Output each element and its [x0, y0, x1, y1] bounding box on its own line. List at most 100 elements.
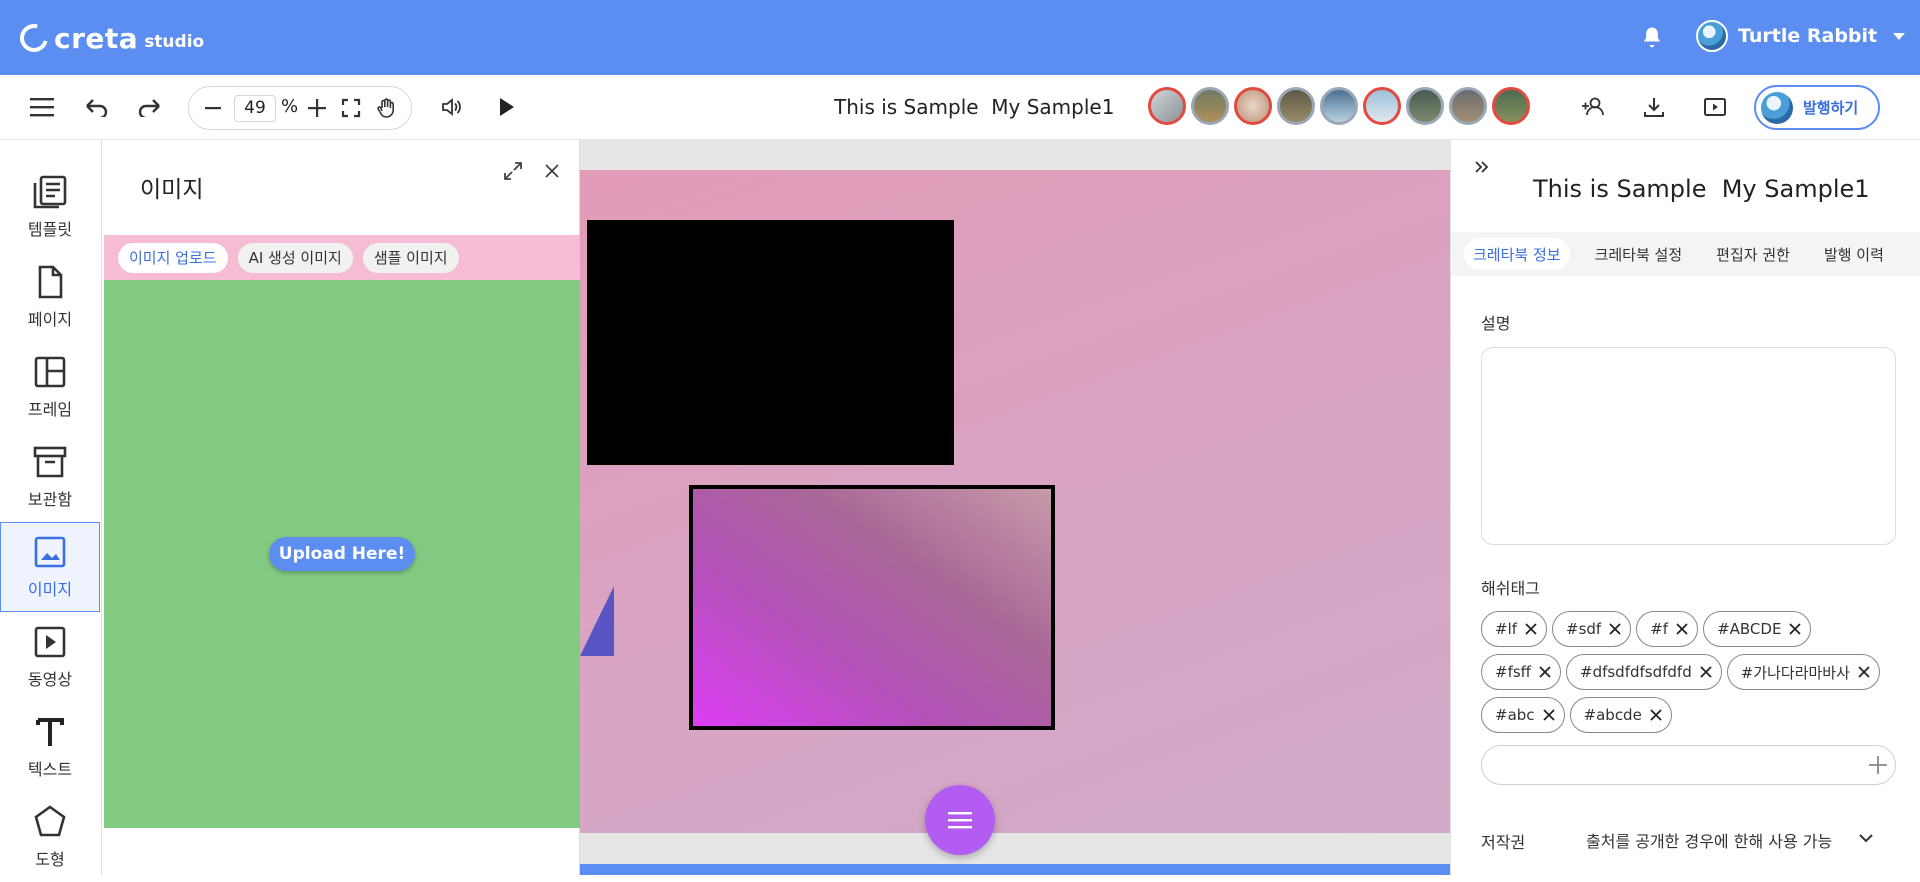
page-thumbnail[interactable] [1406, 87, 1444, 125]
remove-tag-icon[interactable] [1608, 622, 1622, 636]
sidebar-item-label: 페이지 [27, 310, 73, 329]
remove-tag-icon[interactable] [1538, 665, 1552, 679]
book-info-panel: This is Sample My Sample1 크레타북 정보 크레타북 설… [1450, 140, 1920, 875]
remove-tag-icon[interactable] [1699, 665, 1713, 679]
tab-book-settings[interactable]: 크레타북 설정 [1586, 238, 1692, 270]
publish-button[interactable]: 발행하기 [1754, 85, 1880, 130]
hashtag-chip[interactable]: #dfsdfdfsdfdfd [1566, 654, 1722, 690]
remove-tag-icon[interactable] [1788, 622, 1802, 636]
hashtag-chip[interactable]: #f [1636, 611, 1699, 647]
black-rectangle-frame[interactable] [587, 220, 954, 465]
tab-publish-history[interactable]: 발행 이력 [1815, 238, 1893, 270]
user-menu[interactable]: Turtle Rabbit [1696, 20, 1906, 52]
image-panel: 이미지 이미지 업로드 AI 생성 이미지 샘플 이미지 Upload Here… [104, 140, 580, 875]
hashtag-chip[interactable]: #abcde [1569, 697, 1672, 733]
hashtag-input[interactable] [1481, 745, 1896, 785]
remove-tag-icon[interactable] [1857, 665, 1871, 679]
add-tag-icon[interactable] [1867, 754, 1889, 776]
publisher-avatar [1761, 91, 1793, 124]
hashtag-chip[interactable]: #lf [1481, 611, 1548, 647]
horizontal-scrollbar[interactable] [580, 864, 1450, 875]
zoom-in-icon[interactable] [301, 92, 333, 124]
floating-menu-button[interactable] [925, 785, 995, 855]
close-icon[interactable] [541, 160, 565, 184]
slideshow-icon[interactable] [1699, 91, 1731, 123]
sidebar-item-shape[interactable]: 도형 [0, 792, 100, 882]
download-icon[interactable] [1638, 91, 1670, 123]
sidebar-item-page[interactable]: 페이지 [0, 252, 100, 342]
hashtag-text: #f [1650, 620, 1669, 638]
hashtag-text: #abc [1495, 706, 1535, 724]
zoom-unit: % [281, 96, 299, 117]
zoom-control: 49 % [188, 86, 412, 130]
redo-icon[interactable] [134, 91, 166, 123]
upload-dropzone[interactable]: Upload Here! [104, 280, 580, 828]
tab-book-info[interactable]: 크레타북 정보 [1464, 238, 1570, 270]
tab-editor-permissions[interactable]: 편집자 권한 [1707, 238, 1799, 270]
add-user-icon[interactable] [1578, 91, 1610, 123]
hashtag-text: #lf [1495, 620, 1518, 638]
sidebar-item-label: 이미지 [27, 580, 73, 599]
zoom-out-icon[interactable] [197, 92, 229, 124]
sidebar-item-frame[interactable]: 프레임 [0, 342, 100, 432]
template-icon [32, 174, 68, 210]
user-name: Turtle Rabbit [1738, 25, 1878, 47]
page-thumbnail[interactable] [1148, 87, 1186, 125]
hashtag-chip[interactable]: #fsff [1481, 654, 1561, 690]
document-title[interactable]: This is Sample My Sample1 [834, 95, 1114, 119]
sidebar-item-archive[interactable]: 보관함 [0, 432, 100, 522]
image-source-tabs: 이미지 업로드 AI 생성 이미지 샘플 이미지 [104, 235, 580, 280]
hamburger-menu-icon[interactable] [26, 91, 58, 123]
upload-button[interactable]: Upload Here! [269, 537, 415, 571]
fit-screen-icon[interactable] [335, 92, 367, 124]
remove-tag-icon[interactable] [1542, 708, 1556, 722]
hashtag-list: #lf #sdf #f #ABCDE #fsff #dfsdfdfsdfdfd … [1481, 611, 1896, 733]
sidebar-item-video[interactable]: 동영상 [0, 612, 100, 702]
creta-logo[interactable]: creta studio [14, 18, 204, 58]
play-icon[interactable] [490, 91, 522, 123]
hashtag-text: #dfsdfdfsdfdfd [1580, 663, 1692, 681]
page-thumbnail[interactable] [1191, 87, 1229, 125]
hashtag-chip[interactable]: #sdf [1552, 611, 1632, 647]
hashtag-chip[interactable]: #가나다라마바사 [1726, 654, 1880, 690]
page-thumbnail[interactable] [1277, 87, 1315, 125]
hashtag-chip[interactable]: #ABCDE [1703, 611, 1812, 647]
expand-icon[interactable] [502, 160, 526, 184]
page-thumbnail[interactable] [1492, 87, 1530, 125]
volume-icon[interactable] [436, 91, 468, 123]
remove-tag-icon[interactable] [1649, 708, 1663, 722]
chevron-down-icon [1893, 32, 1906, 40]
copyright-select[interactable]: 출처를 공개한 경우에 한해 사용 가능 [1586, 828, 1832, 852]
hashtag-text: #fsff [1495, 663, 1531, 681]
page-thumbnail-strip [1148, 87, 1530, 125]
chevron-down-icon[interactable] [1857, 829, 1875, 847]
collapse-panel-icon[interactable] [1473, 158, 1493, 178]
page-thumbnail[interactable] [1320, 87, 1358, 125]
sidebar-item-template[interactable]: 템플릿 [0, 162, 100, 252]
notification-bell-icon[interactable] [1638, 24, 1666, 52]
tab-ai-image[interactable]: AI 생성 이미지 [237, 242, 353, 273]
hashtag-chip[interactable]: #abc [1481, 697, 1565, 733]
hashtag-label: 해쉬태그 [1481, 579, 1540, 598]
book-title: This is Sample My Sample1 [1533, 175, 1870, 203]
zoom-value-input[interactable]: 49 [234, 95, 276, 122]
page-thumbnail[interactable] [1449, 87, 1487, 125]
sidebar-item-text[interactable]: 텍스트 [0, 702, 100, 792]
undo-icon[interactable] [80, 91, 112, 123]
tab-sample-image[interactable]: 샘플 이미지 [362, 242, 459, 273]
page-thumbnail[interactable] [1234, 87, 1272, 125]
description-textarea[interactable] [1481, 347, 1896, 545]
gradient-rectangle-frame[interactable] [689, 485, 1055, 730]
logo-mark-icon [14, 18, 54, 58]
tab-image-upload[interactable]: 이미지 업로드 [118, 242, 228, 273]
page-icon [32, 264, 68, 300]
page-thumbnail[interactable] [1363, 87, 1401, 125]
sidebar-item-image[interactable]: 이미지 [0, 522, 100, 612]
sidebar-item-label: 텍스트 [27, 760, 73, 779]
hand-tool-icon[interactable] [371, 92, 403, 124]
page-frame[interactable] [580, 170, 1450, 833]
editor-toolbar: 49 % This is Sample My Sample1 발행하기 [0, 75, 1920, 140]
remove-tag-icon[interactable] [1675, 622, 1689, 636]
remove-tag-icon[interactable] [1524, 622, 1538, 636]
triangle-shape[interactable] [580, 586, 614, 656]
